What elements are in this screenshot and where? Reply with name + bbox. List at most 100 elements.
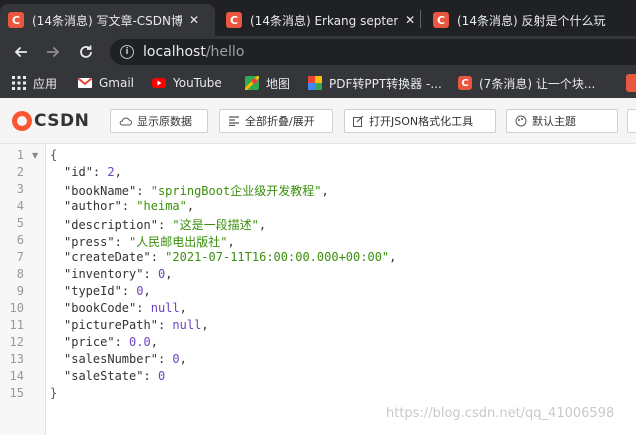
edit-icon	[353, 115, 364, 127]
forward-arrow-icon[interactable]	[42, 41, 64, 63]
json-key: bookCode	[71, 301, 130, 315]
theme-select[interactable]: 默认主题	[506, 109, 618, 133]
json-line: "author": "heima",	[64, 199, 195, 213]
bookmark-maps[interactable]: 地图	[245, 74, 290, 92]
json-value: springBoot企业级开发教程	[157, 184, 315, 198]
bookmark-label: 地图	[266, 76, 291, 91]
tab-erkang[interactable]: C (14条消息) Erkang septem ✕	[218, 4, 418, 36]
url-text[interactable]: localhost/hello	[143, 44, 244, 60]
json-line: "press": "人民邮电出版社",	[64, 235, 235, 249]
tab-write-article[interactable]: C (14条消息) 写文章-CSDN博 ✕	[0, 4, 215, 36]
json-line: "picturePath": null,	[64, 318, 209, 332]
apps-icon	[12, 76, 26, 90]
csdn-icon: C	[458, 76, 472, 90]
json-line: "saleState": 0	[64, 369, 166, 383]
json-key: press	[71, 235, 108, 249]
json-key: inventory	[71, 267, 137, 281]
json-line: "inventory": 0,	[64, 267, 173, 281]
tab-divider	[420, 10, 421, 28]
json-line: }	[50, 386, 57, 400]
bookmark-youtube[interactable]: YouTube	[152, 74, 222, 92]
tab-title: (14条消息) 反射是个什么玩	[457, 13, 606, 28]
bookmark-label: PDF转PPT转换器 -...	[329, 76, 442, 91]
maps-icon	[245, 76, 259, 90]
button-label: 默认主题	[532, 115, 576, 128]
json-line: {	[50, 148, 57, 162]
json-key: id	[71, 165, 86, 179]
bookmark-apps[interactable]: 应用	[12, 74, 57, 92]
site-info-icon[interactable]: i	[120, 45, 134, 59]
bookmark-label: 应用	[33, 76, 58, 91]
json-value: 0.0	[129, 335, 151, 349]
collapse-icon	[229, 116, 239, 126]
line-number: 7	[16, 250, 24, 264]
url-host: localhost	[143, 44, 206, 60]
json-line: "createDate": "2021-07-11T16:00:00.000+0…	[64, 250, 397, 264]
collapse-expand-button[interactable]: 全部折叠/展开	[219, 109, 333, 133]
json-line: "price": 0.0,	[64, 335, 158, 349]
tab-reflection[interactable]: C (14条消息) 反射是个什么玩	[425, 4, 636, 36]
back-arrow-icon[interactable]	[10, 41, 32, 63]
button-label: 打开JSON格式化工具	[369, 115, 474, 128]
address-bar[interactable]: i localhost/hello	[110, 39, 636, 65]
button-label: 全部折叠/展开	[245, 115, 315, 128]
line-number: 12	[9, 335, 24, 349]
cloud-icon	[119, 117, 132, 126]
reload-icon[interactable]	[75, 41, 97, 63]
json-key: typeId	[71, 284, 115, 298]
line-number: 4	[16, 199, 24, 213]
json-code-view: ▼ 1{2 "id": 2, 3 "bookName": "springBoot企业级…	[0, 144, 636, 435]
tab-title: (14条消息) 写文章-CSDN博	[32, 13, 182, 28]
bookmark-label: YouTube	[173, 76, 222, 90]
json-key: bookName	[71, 184, 130, 198]
json-value: null	[172, 318, 202, 332]
json-line: "bookName": "springBoot企业级开发教程",	[64, 184, 329, 198]
theme-icon	[515, 115, 527, 127]
csdn-favicon-icon: C	[8, 12, 24, 28]
line-number: 13	[9, 352, 24, 366]
close-icon[interactable]: ✕	[186, 13, 202, 27]
line-number: 2	[16, 165, 24, 179]
json-key: createDate	[71, 250, 144, 264]
show-raw-data-button[interactable]: 显示原数据	[110, 109, 208, 133]
line-number: 9	[16, 284, 24, 298]
button-label: 显示原数据	[137, 115, 192, 128]
json-brace: {	[50, 148, 58, 162]
tab-title: (14条消息) Erkang septem	[250, 13, 399, 28]
bookmark-overflow[interactable]	[626, 74, 636, 92]
json-key: salesNumber	[71, 352, 151, 366]
csdn-favicon-icon: C	[226, 12, 242, 28]
logo-text: CSDN	[34, 111, 90, 131]
csdn-logo-icon	[12, 111, 32, 131]
json-value: 0	[157, 267, 166, 281]
json-line: "salesNumber": 0,	[64, 352, 187, 366]
json-value: 这是一段描述	[179, 218, 252, 232]
fold-arrow-icon[interactable]: ▼	[32, 151, 38, 160]
json-value: heima	[143, 199, 180, 213]
bookmark-csdn[interactable]: C (7条消息) 让一个块...	[458, 74, 595, 92]
line-number: 11	[9, 318, 24, 332]
line-number: 1	[16, 148, 24, 162]
json-value: 2021-07-11T16:00:00.000+00:00	[172, 250, 382, 264]
line-number: 5	[16, 216, 24, 230]
json-line: "description": "这是一段描述",	[64, 218, 267, 232]
line-number: 15	[9, 386, 24, 400]
json-line: "typeId": 0,	[64, 284, 151, 298]
json-line: "id": 2,	[64, 165, 122, 179]
pdf-converter-icon	[308, 76, 322, 90]
line-number: 10	[9, 301, 24, 315]
close-icon[interactable]: ✕	[402, 13, 418, 27]
line-number: 6	[16, 233, 24, 247]
csdn-logo: CSDN	[12, 111, 89, 131]
json-value: 0	[157, 369, 166, 383]
line-number: 8	[16, 267, 24, 281]
open-json-formatter-button[interactable]: 打开JSON格式化工具	[344, 109, 496, 133]
line-number: 14	[9, 369, 24, 383]
bookmark-gmail[interactable]: Gmail	[78, 74, 134, 92]
gmail-icon	[78, 77, 92, 88]
json-value: 人民邮电出版社	[136, 235, 221, 249]
bookmark-pdf-converter[interactable]: PDF转PPT转换器 -...	[308, 74, 442, 92]
toolbar-overflow-button[interactable]	[627, 109, 636, 133]
youtube-icon	[152, 78, 166, 88]
bookmark-label: Gmail	[99, 76, 135, 90]
